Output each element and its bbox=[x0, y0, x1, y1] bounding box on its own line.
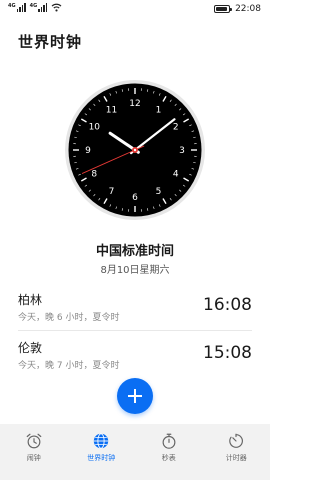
clock-numeral: 7 bbox=[109, 187, 115, 197]
status-right: 22:08 bbox=[214, 4, 261, 14]
clock-numeral: 10 bbox=[89, 123, 101, 133]
tab-label: 秒表 bbox=[161, 454, 176, 462]
clock-numeral: 2 bbox=[173, 123, 179, 133]
tab-label: 世界时钟 bbox=[87, 454, 116, 462]
clock-numeral: 1 bbox=[156, 105, 162, 115]
clock-numeral: 5 bbox=[156, 187, 162, 197]
timer-icon bbox=[229, 433, 244, 448]
city-offset-info: 今天，晚 7 小时，夏令时 bbox=[18, 361, 120, 371]
clock-numeral: 11 bbox=[106, 105, 117, 115]
status-time: 22:08 bbox=[235, 4, 261, 14]
tab-timer[interactable]: 计时器 bbox=[203, 424, 271, 480]
city-name: 伦敦 bbox=[18, 341, 43, 355]
globe-icon bbox=[94, 433, 109, 449]
tab-label: 计时器 bbox=[225, 454, 247, 462]
signal-icon bbox=[16, 3, 26, 12]
tab-world-clock[interactable]: 世界时钟 bbox=[68, 424, 136, 480]
clock-numeral: 9 bbox=[85, 146, 91, 156]
home-timezone-name: 中国标准时间 bbox=[95, 244, 174, 259]
city-time: 15:08 bbox=[203, 343, 252, 363]
page-title: 世界时钟 bbox=[18, 33, 83, 51]
city-row-berlin[interactable]: 柏林 今天，晚 6 小时，夏令时 16:08 bbox=[18, 287, 252, 327]
city-time: 16:08 bbox=[203, 295, 252, 315]
tab-stopwatch[interactable]: 秒表 bbox=[135, 424, 203, 480]
stopwatch-icon bbox=[162, 433, 176, 449]
add-city-button[interactable] bbox=[117, 378, 153, 414]
city-row-london[interactable]: 伦敦 今天，晚 7 小时，夏令时 15:08 bbox=[18, 335, 252, 375]
alarm-clock-icon bbox=[26, 433, 42, 449]
tab-alarm[interactable]: 闹钟 bbox=[0, 424, 68, 480]
clock-numeral: 4 bbox=[173, 170, 179, 180]
city-offset-info: 今天，晚 6 小时，夏令时 bbox=[18, 313, 120, 323]
network-type-1: 4G bbox=[8, 3, 16, 9]
clock-numeral: 12 bbox=[129, 99, 140, 109]
analog-clock: 121234567891011 bbox=[65, 80, 205, 220]
city-name: 柏林 bbox=[18, 293, 43, 307]
bottom-tab-bar: 闹钟 世界时钟 秒表 计时器 bbox=[0, 424, 270, 480]
clock-center-dot bbox=[133, 148, 137, 152]
status-bar: 4G 4G 22:08 bbox=[0, 0, 270, 20]
tab-label: 闹钟 bbox=[26, 454, 41, 462]
battery-icon bbox=[214, 5, 233, 13]
clock-numeral: 8 bbox=[91, 170, 97, 180]
divider bbox=[18, 330, 252, 331]
network-type-2: 4G bbox=[29, 3, 38, 9]
wifi-icon bbox=[51, 3, 62, 12]
clock-numeral: 3 bbox=[179, 146, 185, 156]
clock-numeral: 6 bbox=[132, 193, 138, 203]
signal-indicators: 4G 4G bbox=[8, 3, 62, 12]
home-timezone-date: 8月10日星期六 bbox=[100, 265, 170, 276]
signal-icon bbox=[38, 3, 48, 12]
